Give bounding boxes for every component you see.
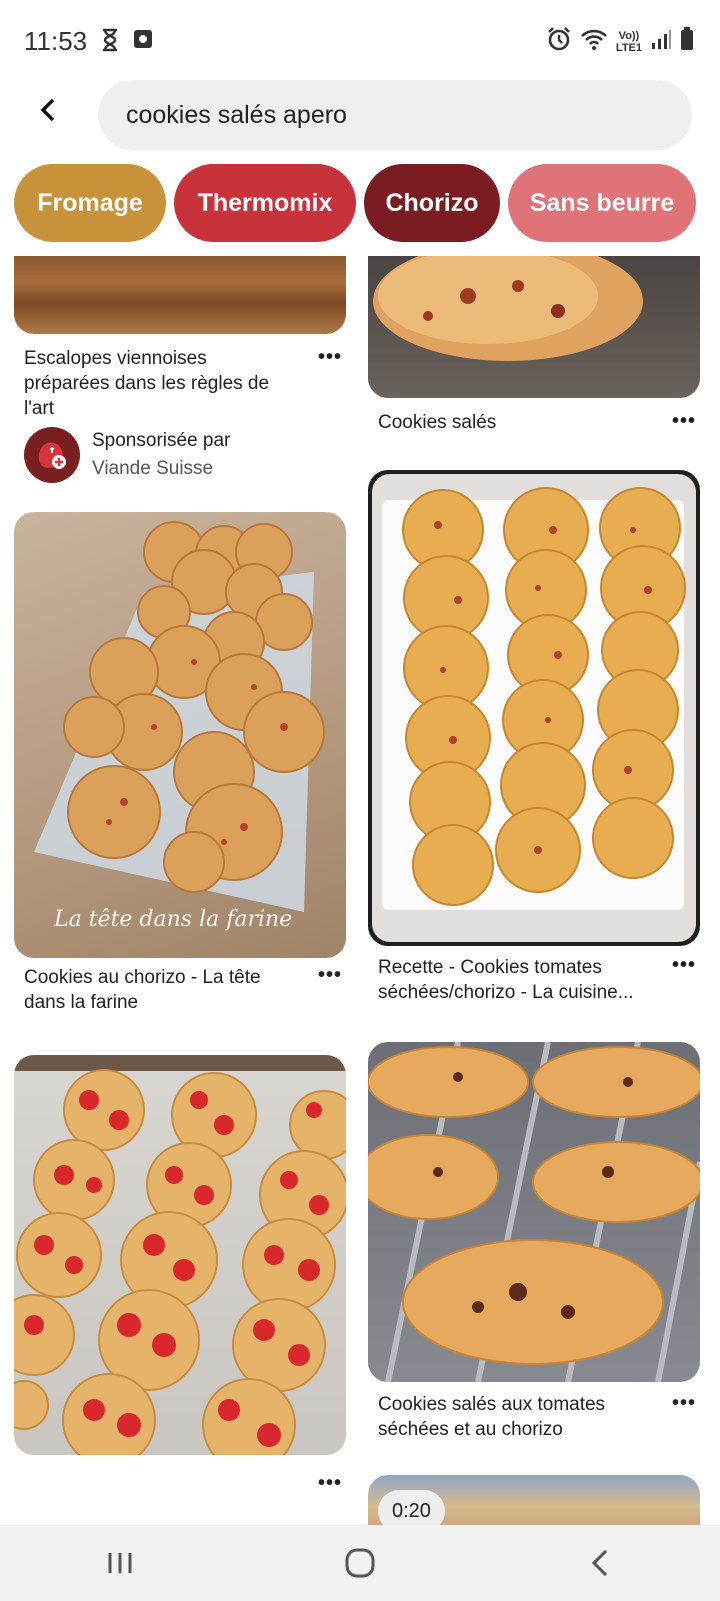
network-label-top: Vo)) — [618, 29, 640, 42]
home-button[interactable] — [330, 1533, 390, 1593]
chip-label: Thermomix — [197, 188, 333, 217]
pin-image-cookies-tomates[interactable] — [14, 1055, 346, 1455]
chip-thermomix[interactable]: Thermomix — [174, 164, 356, 242]
wifi-icon — [580, 27, 608, 56]
chip-label: Chorizo — [385, 188, 479, 217]
more-options-button[interactable]: ••• — [672, 411, 696, 431]
sponsor-name[interactable]: Viande Suisse — [92, 458, 213, 480]
network-label-bottom: LTE1 — [615, 41, 642, 54]
filter-chips: Fromage Thermomix Chorizo Sans beurre — [14, 164, 696, 242]
alarm-icon — [546, 26, 572, 57]
pin-title-cookies-sales[interactable]: Cookies salés — [378, 410, 648, 435]
screen-record-icon — [132, 28, 154, 57]
more-options-button[interactable]: ••• — [318, 1473, 342, 1493]
home-icon — [345, 1548, 375, 1578]
more-options-button[interactable]: ••• — [318, 965, 342, 985]
chip-label: Sans beurre — [529, 188, 675, 217]
signal-icon — [650, 28, 672, 55]
back-button[interactable] — [28, 92, 68, 132]
chip-fromage[interactable]: Fromage — [14, 164, 166, 242]
chevron-left-icon — [37, 97, 59, 128]
pin-title-recette-cookies[interactable]: Recette - Cookies tomates séchées/choriz… — [378, 955, 648, 1005]
status-time: 11:53 — [24, 26, 88, 56]
pin-image-cookies-sales[interactable] — [368, 256, 700, 398]
cookies-tomatoes-photo — [14, 1055, 346, 1455]
pin-image-cookies-tomates-sechees[interactable] — [368, 1042, 700, 1382]
pin-image-cookies-chorizo[interactable]: La tête dans la farine — [14, 512, 346, 958]
recent-apps-button[interactable] — [90, 1533, 150, 1593]
chip-sans-beurre[interactable]: Sans beurre — [508, 164, 696, 242]
back-icon — [591, 1549, 608, 1577]
sponsor-avatar[interactable] — [24, 427, 80, 483]
chip-label: Fromage — [37, 188, 143, 217]
more-options-button[interactable]: ••• — [672, 955, 696, 975]
status-bar: 11:53 Vo)) LTE1 — [0, 0, 720, 80]
pin-image-recette-cookies[interactable] — [368, 470, 700, 946]
more-options-button[interactable]: ••• — [672, 1393, 696, 1413]
pin-title-cookies-tomates-sechees[interactable]: Cookies salés aux tomates séchées et au … — [378, 1392, 648, 1442]
search-input[interactable]: cookies salés apero — [98, 80, 692, 150]
pin-title-escalopes[interactable]: Escalopes viennoises préparées dans les … — [24, 346, 294, 421]
battery-icon — [680, 27, 694, 56]
system-nav-bar — [0, 1525, 720, 1601]
pin-title-cookies-chorizo[interactable]: Cookies au chorizo - La tête dans la far… — [24, 965, 294, 1015]
tray-cookies-photo — [402, 487, 686, 906]
search-query: cookies salés apero — [126, 100, 347, 129]
system-back-button[interactable] — [570, 1533, 630, 1593]
rack-cookies-photo — [368, 1042, 700, 1382]
recent-apps-icon — [108, 1553, 132, 1573]
pin-image-escalopes[interactable] — [14, 256, 346, 334]
more-options-button[interactable]: ••• — [318, 347, 342, 367]
network-label: Vo)) LTE1 — [616, 30, 642, 54]
sponsor-label: Sponsorisée par — [92, 430, 231, 451]
chip-chorizo[interactable]: Chorizo — [364, 164, 500, 242]
photo-watermark: La tête dans la farine — [54, 907, 293, 932]
cookies-photo — [34, 521, 325, 912]
meat-logo-icon — [38, 442, 66, 469]
cookie-closeup-photo — [373, 256, 643, 361]
hourglass-icon — [100, 28, 120, 57]
